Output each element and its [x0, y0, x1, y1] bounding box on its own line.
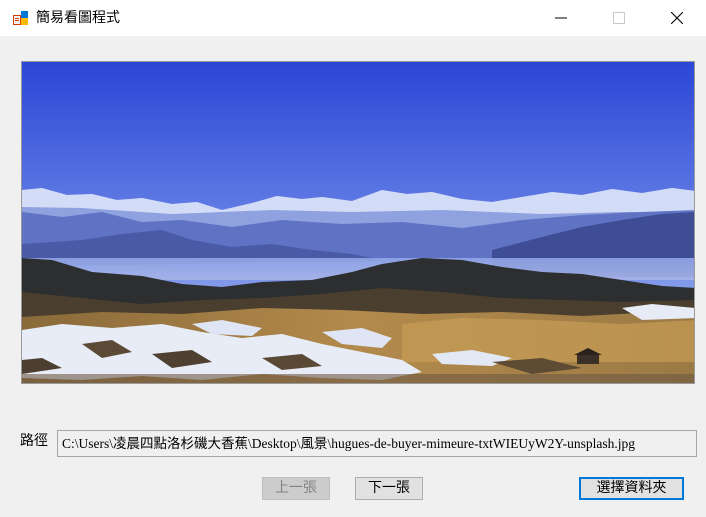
- next-image-button[interactable]: 下一張: [355, 477, 423, 500]
- maximize-button[interactable]: [596, 0, 642, 36]
- minimize-icon: [555, 17, 567, 19]
- image-viewer: [21, 61, 695, 384]
- window-title: 簡易看圖程式: [36, 10, 120, 26]
- maximize-icon: [613, 12, 625, 24]
- title-bar[interactable]: 簡易看圖程式: [0, 0, 706, 36]
- path-field[interactable]: C:\Users\凌晨四點洛杉磯大香蕉\Desktop\風景\hugues-de…: [57, 430, 697, 457]
- minimize-button[interactable]: [538, 0, 584, 36]
- choose-folder-button[interactable]: 選擇資料夾: [579, 477, 684, 500]
- close-icon: [671, 12, 683, 24]
- close-button[interactable]: [654, 0, 700, 36]
- previous-image-button[interactable]: 上一張: [262, 477, 330, 500]
- landscape-photo: [22, 62, 694, 383]
- path-label: 路徑: [20, 433, 48, 449]
- app-window-icon: [13, 10, 29, 26]
